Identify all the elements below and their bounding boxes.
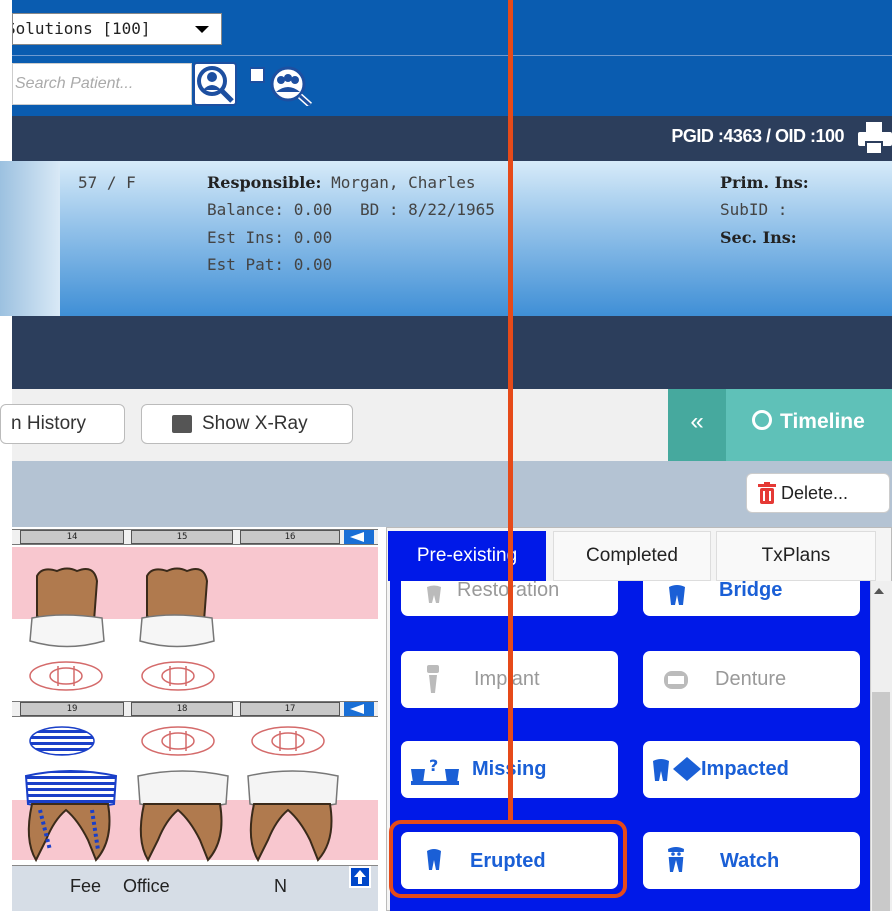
practice-select[interactable]: Solutions [100] [12,13,222,45]
implant-label: Implant [474,668,540,690]
bridge-label: Bridge [719,579,783,601]
subid-label: SubID : [720,200,788,219]
svg-text:?: ? [429,756,438,775]
show-xray-label: Show X-Ray [202,413,308,434]
watch-label: Watch [720,850,780,872]
trash-icon [758,482,776,504]
tooth-icon [425,585,443,611]
panel-shade [0,161,60,316]
tooth-number[interactable]: 19 [20,702,124,716]
annotation-line [508,0,513,822]
balance-value: Balance: 0.00 [207,200,333,219]
treatment-history-label: n History [11,413,86,434]
chevron-down-icon [195,26,209,33]
impacted-button[interactable]: Impacted [643,741,860,798]
search-placeholder: Search Patient... [15,75,134,92]
prim-ins-label: Prim. Ins: [720,173,809,192]
show-xray-button[interactable]: Show X-Ray [141,404,353,444]
impacted-label: Impacted [701,758,789,780]
watch-tooth-icon [665,846,687,880]
tooth-19 [24,770,118,863]
tooth-18 [137,770,229,863]
timeline-button[interactable]: Timeline [726,389,892,461]
denture-label: Denture [715,668,787,690]
annotation-highlight [389,820,627,898]
search-input[interactable]: Search Patient... [12,63,192,105]
tooth-15 [139,567,215,648]
col-fee[interactable]: Fee [70,876,101,897]
collapse-chevron-button[interactable]: « [668,389,726,461]
tooth-number[interactable]: 15 [131,530,233,544]
tab-completed[interactable]: Completed [553,531,711,581]
tooth-number[interactable]: 14 [20,530,124,544]
upper-arch-flag[interactable] [344,530,374,544]
delete-label: Delete... [781,483,849,503]
birth-date: BD : 8/22/1965 [360,200,495,219]
col-office[interactable]: Office [123,876,170,897]
denture-icon [663,669,689,697]
missing-tooth-icon: ? [411,755,459,791]
procedure-grid-header: Fee Office N [12,865,378,911]
upper-teeth[interactable] [22,566,222,656]
bridge-icon [667,583,687,613]
impacted-icon [653,757,703,789]
patient-age-sex: 57 / F [78,173,136,192]
responsible-label: Responsible: [207,173,322,192]
responsible-row: Responsible: Morgan, Charles [207,173,476,192]
timeline-label: Timeline [780,410,865,433]
tab-pre-existing[interactable]: Pre-existing [388,531,546,581]
treatment-history-button[interactable]: n History [0,404,125,444]
tooth-number[interactable]: 18 [131,702,233,716]
est-pat: Est Pat: 0.00 [207,255,333,274]
est-ins: Est Ins: 0.00 [207,228,333,247]
clock-icon [752,410,772,430]
tooth-14 [29,567,105,648]
col-n[interactable]: N [274,876,287,897]
tooth-number[interactable]: 16 [240,530,340,544]
xray-icon [172,415,192,433]
family-search-icon[interactable] [249,64,313,108]
implant-icon [425,665,441,701]
printer-icon[interactable] [856,120,892,156]
sec-ins-label: Sec. Ins: [720,228,797,247]
lower-occlusal-row[interactable] [28,724,348,758]
nav-band [12,316,892,389]
responsible-name: Morgan, Charles [331,173,476,192]
lower-arch-flag[interactable] [344,702,374,716]
watch-button[interactable]: Watch [643,832,860,889]
denture-button[interactable]: Denture [643,651,860,708]
scroll-top-icon[interactable] [349,866,371,888]
lower-teeth[interactable] [22,770,362,865]
patient-search-icon[interactable] [193,62,237,106]
scroll-up-icon[interactable] [874,588,884,594]
bridge-button[interactable]: Bridge [643,579,860,616]
practice-select-value: Solutions [100] [12,19,151,38]
tab-txplans[interactable]: TxPlans [716,531,876,581]
tooth-number[interactable]: 17 [240,702,340,716]
pgid-label: PGID :4363 / OID :100 [671,126,844,146]
scrollbar-thumb[interactable] [872,692,890,911]
upper-occlusal-row[interactable] [28,660,348,692]
tooth-17 [247,770,339,863]
